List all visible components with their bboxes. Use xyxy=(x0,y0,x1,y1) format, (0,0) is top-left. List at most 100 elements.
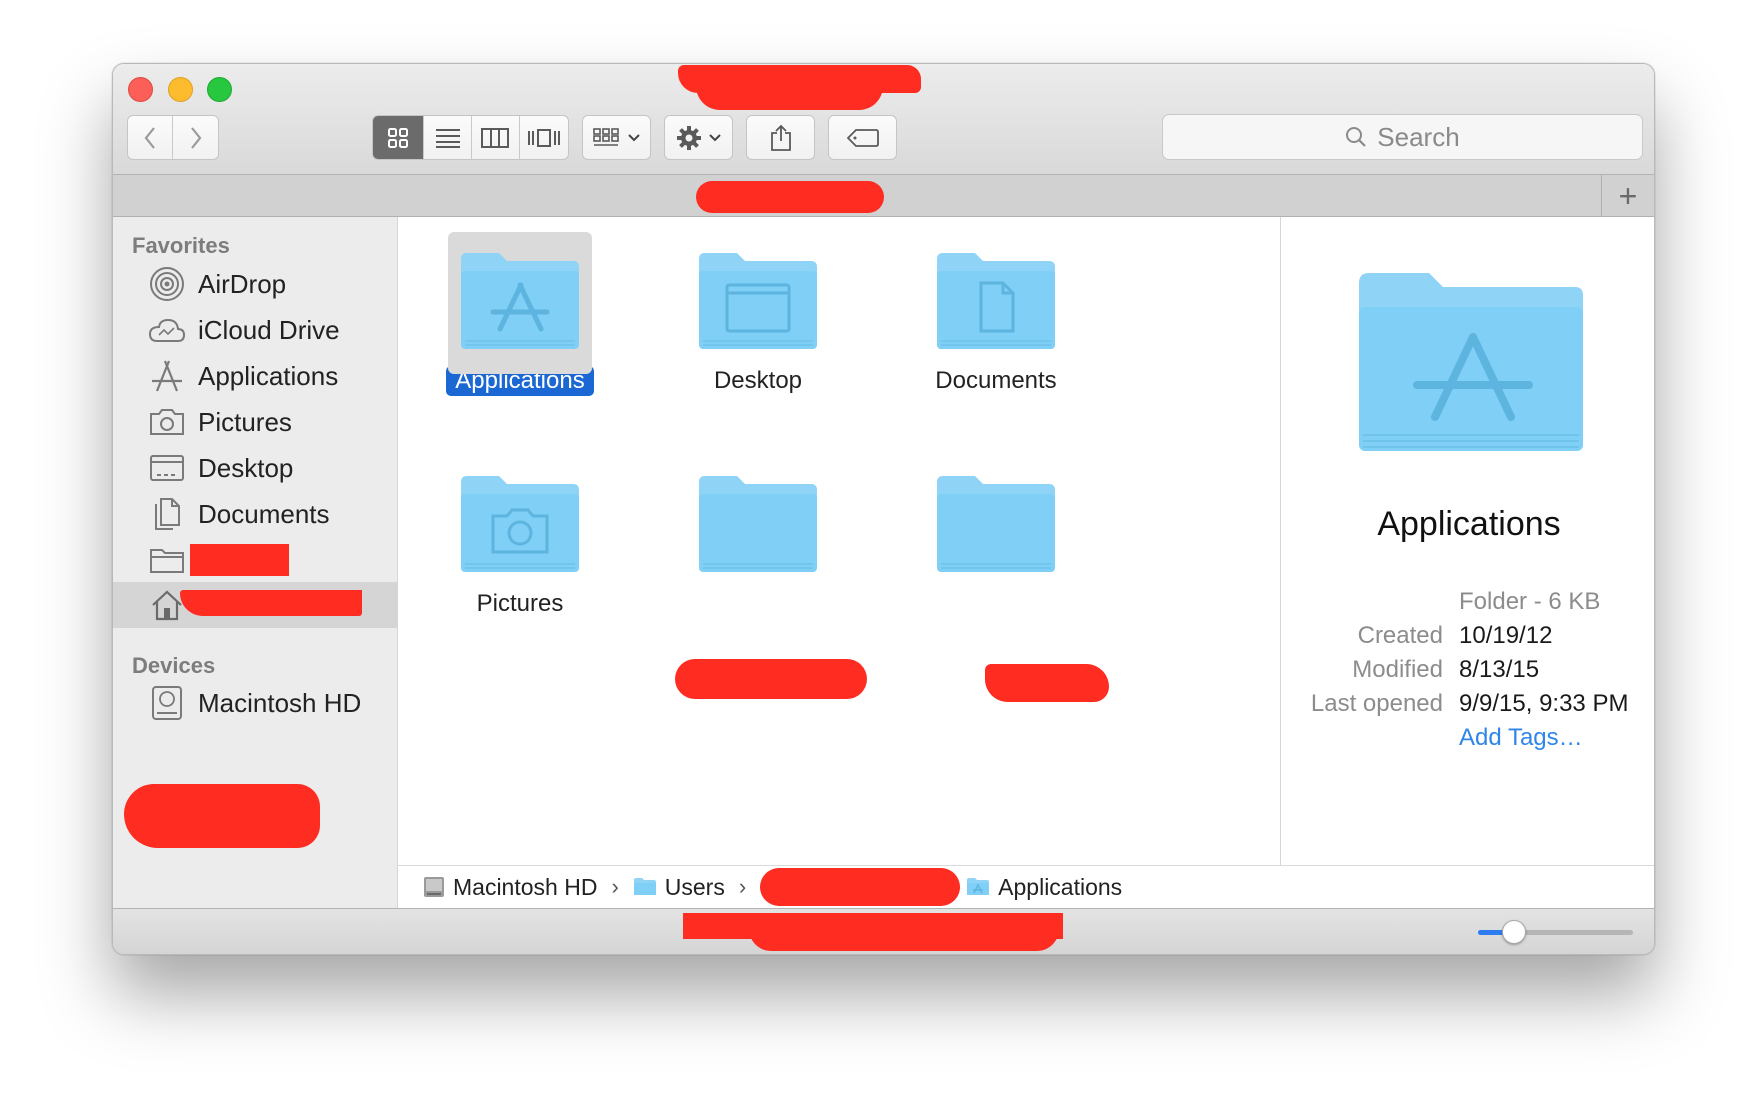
folder-icon xyxy=(931,470,1061,575)
columns-icon xyxy=(481,127,510,148)
forward-button[interactable] xyxy=(173,116,218,159)
search-icon xyxy=(1346,127,1367,147)
sidebar-item-pictures[interactable]: Pictures xyxy=(113,399,398,445)
back-forward-control xyxy=(127,115,219,160)
tag-icon xyxy=(846,128,879,147)
share-icon xyxy=(770,124,791,151)
tab-bar: + xyxy=(113,175,1654,217)
redacted-status-text-tail xyxy=(749,929,1059,951)
path-bar: Macintosh HD › Users › Applications xyxy=(398,865,1654,908)
crumb-label: Applications xyxy=(998,873,1123,900)
share-button[interactable] xyxy=(746,115,815,160)
redacted-sidebar-item xyxy=(124,784,320,848)
sidebar-item-icloud-drive[interactable]: iCloud Drive xyxy=(113,307,398,353)
preview-pane: Applications Folder - 6 KB Created 10/19… xyxy=(1280,217,1654,865)
applications-folder-preview-icon xyxy=(1359,273,1583,451)
cloud-icon xyxy=(148,311,186,349)
redacted-tab-title xyxy=(696,181,884,213)
redacted-folder-name xyxy=(190,544,289,576)
redacted-home-name xyxy=(180,590,362,616)
back-button[interactable] xyxy=(128,116,174,159)
column-view-button[interactable] xyxy=(472,116,520,159)
grid-icon xyxy=(388,127,409,148)
sidebar-item-label: Applications xyxy=(198,360,339,391)
pictures-folder-icon xyxy=(455,470,585,575)
crumb-label: Users xyxy=(664,873,725,900)
desktop-folder-icon xyxy=(693,247,823,352)
sidebar-item-home[interactable] xyxy=(113,582,398,628)
file-browser: Applications Desktop Documents Pictures xyxy=(398,217,1280,865)
created-label: Created xyxy=(1357,622,1443,649)
path-separator: › xyxy=(738,874,747,899)
sidebar-item-airdrop[interactable]: AirDrop xyxy=(113,261,398,307)
toolbar: Search xyxy=(113,64,1654,175)
folder-item-desktop[interactable]: Desktop xyxy=(658,247,858,396)
camera-icon xyxy=(148,403,186,441)
folder-name: Documents xyxy=(935,367,1057,394)
sidebar-item-documents[interactable]: Documents xyxy=(113,491,398,537)
folder-name: Pictures xyxy=(476,590,564,617)
finder-window: Search + Favorites AirDrop iCloud Drive … xyxy=(112,63,1655,955)
icon-size-slider-knob[interactable] xyxy=(1501,920,1526,944)
minimize-window-button[interactable] xyxy=(168,77,193,102)
preview-title: Applications xyxy=(1377,505,1561,543)
folder-icon xyxy=(693,470,823,575)
hard-drive-icon xyxy=(424,877,444,897)
folder-item-redacted-1[interactable] xyxy=(658,470,858,575)
last-opened-value: 9/9/15, 9:33 PM xyxy=(1459,690,1629,717)
new-tab-button[interactable]: + xyxy=(1601,175,1654,217)
add-tags-link[interactable]: Add Tags… xyxy=(1459,724,1583,752)
chevron-right-icon xyxy=(190,126,201,149)
search-placeholder: Search xyxy=(1377,121,1460,152)
sidebar-item-label: Documents xyxy=(198,498,330,529)
sidebar-item-desktop[interactable]: Desktop xyxy=(113,445,398,491)
desktop-icon xyxy=(148,449,186,487)
view-mode-control xyxy=(372,115,569,160)
folder-name: Desktop xyxy=(713,367,803,394)
applications-icon xyxy=(148,357,186,395)
documents-folder-icon xyxy=(931,247,1061,352)
arrange-button[interactable] xyxy=(582,115,651,160)
icon-view-button[interactable] xyxy=(373,116,425,159)
status-bar xyxy=(113,908,1654,954)
path-crumb-users[interactable]: Users xyxy=(633,874,725,901)
zoom-window-button[interactable] xyxy=(207,77,232,102)
modified-label: Modified xyxy=(1352,656,1443,683)
redacted-user-crumb xyxy=(760,868,961,906)
search-field[interactable]: Search xyxy=(1162,114,1643,160)
hard-drive-icon xyxy=(148,684,186,722)
path-crumb-macintosh-hd[interactable]: Macintosh HD xyxy=(423,874,597,901)
sidebar-item-label: Desktop xyxy=(198,452,294,483)
sidebar-item-redacted-folder[interactable] xyxy=(113,537,398,583)
sidebar-item-label: Pictures xyxy=(198,406,292,437)
action-button[interactable] xyxy=(664,115,733,160)
list-view-button[interactable] xyxy=(424,116,472,159)
folder-item-applications[interactable]: Applications xyxy=(420,232,620,396)
close-window-button[interactable] xyxy=(128,77,153,102)
icon-size-slider[interactable] xyxy=(1478,920,1633,944)
list-icon xyxy=(435,128,460,148)
airdrop-icon xyxy=(148,265,186,303)
applications-folder-icon xyxy=(967,878,990,895)
sidebar-item-macintosh-hd[interactable]: Macintosh HD xyxy=(113,680,398,726)
path-crumb-applications[interactable]: Applications xyxy=(966,874,1122,901)
gallery-view-button[interactable] xyxy=(520,116,569,159)
favorites-header: Favorites xyxy=(132,233,230,258)
chevron-down-icon xyxy=(708,133,721,141)
sidebar-item-label: AirDrop xyxy=(198,268,287,299)
redacted-window-title-tail xyxy=(696,86,883,110)
documents-icon xyxy=(148,495,186,533)
sidebar-item-applications[interactable]: Applications xyxy=(113,353,398,399)
folder-icon xyxy=(148,541,186,579)
path-separator: › xyxy=(611,874,619,899)
folder-item-pictures[interactable]: Pictures xyxy=(420,470,620,619)
crumb-label: Macintosh HD xyxy=(453,873,598,900)
sidebar-item-label: iCloud Drive xyxy=(198,314,340,345)
folder-item-documents[interactable]: Documents xyxy=(896,247,1096,396)
redacted-folder-name xyxy=(985,664,1109,702)
redacted-folder-name xyxy=(675,659,867,699)
tags-button[interactable] xyxy=(828,115,897,160)
gear-icon xyxy=(676,125,701,150)
created-value: 10/19/12 xyxy=(1459,622,1553,649)
folder-item-redacted-2[interactable] xyxy=(896,470,1096,575)
